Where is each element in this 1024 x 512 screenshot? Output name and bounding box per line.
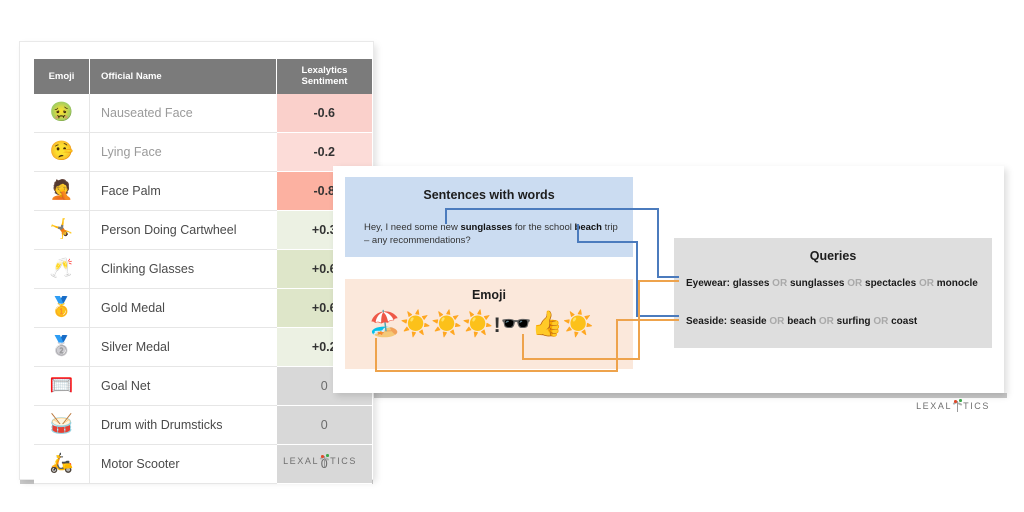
logo-text-lexal: LEXAL	[283, 455, 320, 466]
column-header-lexalytics-sentiment: Lexalytics Sentiment	[276, 59, 372, 94]
queries-panel-title: Queries	[809, 249, 857, 263]
table-row: 🥅 Goal Net 0	[34, 366, 372, 406]
beach-with-umbrella-emoji: 🏖️	[369, 309, 401, 338]
clinking-glasses-emoji: 🥂	[34, 249, 90, 289]
logo2-text-lexal: LEXAL	[916, 400, 953, 411]
table-row: 🥇 Gold Medal +0.6	[34, 288, 372, 328]
table-row: 🤦 Face Palm -0.8	[34, 171, 372, 211]
nauseated-face-emoji: 🤢	[34, 93, 90, 133]
query-term: glasses	[732, 278, 770, 289]
lying-face-emoji: 🤥	[34, 132, 90, 172]
sun-emoji-3: ☀️	[462, 309, 494, 338]
query-term: surfing	[836, 316, 871, 327]
query-row-seaside: Seaside: seaside OR beach OR surfing OR …	[686, 316, 917, 327]
exclamation-mark: !	[493, 314, 501, 337]
query-term: sunglasses	[789, 278, 845, 289]
emoji-sentiment-card: Emoji Official Name Lexalytics Sentiment…	[20, 42, 373, 484]
emoji-sequence: 🏖️☀️☀️☀️!🕶️👍☀️	[369, 311, 619, 336]
query-term: beach	[787, 316, 817, 327]
gold-medal-emoji: 🥇	[34, 288, 90, 328]
queries-panel: Queries Eyewear: glasses OR sunglasses O…	[674, 238, 992, 348]
emoji-panel-title: Emoji	[471, 288, 507, 302]
query-term: spectacles	[865, 278, 917, 289]
table-header: Emoji Official Name Lexalytics Sentiment	[34, 59, 372, 94]
face-palm-emoji: 🤦	[34, 171, 90, 211]
emoji-sentiment-table: Emoji Official Name Lexalytics Sentiment…	[34, 59, 372, 484]
cell-official-name: Lying Face	[89, 132, 277, 172]
screenshot-stage: Emoji Official Name Lexalytics Sentiment…	[0, 0, 1024, 512]
emoji-panel: Emoji 🏖️☀️☀️☀️!🕶️👍☀️	[345, 279, 633, 369]
cell-official-name: Silver Medal	[89, 327, 277, 367]
query-term: seaside	[729, 316, 767, 327]
sample-sentence: Hey, I need some new sunglasses for the …	[364, 222, 619, 248]
cell-sentiment-score: -0.6	[276, 93, 372, 133]
cell-official-name: Gold Medal	[89, 288, 277, 328]
table-row: 🤸 Person Doing Cartwheel +0.3	[34, 210, 372, 250]
cell-official-name: Goal Net	[89, 366, 277, 406]
table-row: 🥂 Clinking Glasses +0.6	[34, 249, 372, 289]
query-term: coast	[891, 316, 918, 327]
lexalytics-logo-diagram-card: LEXAL TICS	[916, 399, 990, 412]
column-header-emoji: Emoji	[34, 59, 90, 94]
logo2-text-tics: TICS	[963, 400, 990, 411]
table-body: 🤢 Nauseated Face -0.6 🤥 Lying Face -0.2 🤦 Face …	[34, 93, 372, 484]
cell-official-name: Face Palm	[89, 171, 277, 211]
query-diagram-card: Sentences with words Hey, I need some ne…	[333, 166, 1004, 412]
query-operator: OR	[844, 278, 866, 289]
cell-official-name: Nauseated Face	[89, 93, 277, 133]
lexalytics-logo-table-card: LEXAL TICS	[283, 454, 357, 467]
sentence-text-2: for the school	[512, 222, 575, 233]
column-header-sentiment-line1: Lexalytics	[301, 65, 348, 76]
query-operator: OR	[766, 316, 788, 327]
sentences-with-words-panel: Sentences with words Hey, I need some ne…	[345, 177, 633, 257]
sun-emoji-2: ☀️	[431, 309, 463, 338]
query-operator: OR	[870, 316, 892, 327]
query-label: Eyewear:	[686, 278, 733, 289]
lexalytics-sprout-icon-2	[952, 399, 963, 412]
thumbs-up-emoji: 👍	[531, 309, 563, 338]
cell-sentiment-score: 0	[276, 405, 372, 445]
table-row: 🤥 Lying Face -0.2	[34, 132, 372, 172]
logo-text-tics: TICS	[330, 455, 357, 466]
table-row: 🥁 Drum with Drumsticks 0	[34, 405, 372, 445]
sun-emoji-1: ☀️	[400, 309, 432, 338]
cell-official-name: Person Doing Cartwheel	[89, 210, 277, 250]
query-operator: OR	[769, 278, 790, 289]
sun-emoji-4: ☀️	[562, 309, 594, 338]
silver-medal-emoji: 🥈	[34, 327, 90, 367]
dark-sunglasses-emoji: 🕶️	[500, 309, 532, 338]
motor-scooter-emoji: 🛵	[34, 444, 90, 484]
query-label: Seaside:	[686, 316, 730, 327]
query-row-eyewear: Eyewear: glasses OR sunglasses OR specta…	[686, 278, 978, 289]
query-operator: OR	[816, 316, 837, 327]
column-header-sentiment-line2: Sentiment	[301, 76, 348, 88]
drum-with-drumsticks-emoji: 🥁	[34, 405, 90, 445]
cell-official-name: Drum with Drumsticks	[89, 405, 277, 445]
person-doing-cartwheel-emoji: 🤸	[34, 210, 90, 250]
sentence-keyword-sunglasses: sunglasses	[460, 222, 513, 233]
cell-official-name: Motor Scooter	[89, 444, 277, 484]
column-header-official-name: Official Name	[89, 59, 277, 94]
query-term: monocle	[936, 278, 978, 289]
diagram-card-shadow-strip	[336, 393, 1007, 398]
lexalytics-sprout-icon	[319, 454, 330, 467]
goal-net-emoji: 🥅	[34, 366, 90, 406]
table-header-row: Emoji Official Name Lexalytics Sentiment	[34, 59, 372, 94]
sentence-keyword-beach: beach	[574, 222, 602, 233]
cell-official-name: Clinking Glasses	[89, 249, 277, 289]
sentences-panel-title: Sentences with words	[423, 188, 555, 202]
table-row: 🤢 Nauseated Face -0.6	[34, 93, 372, 133]
sentence-text-1: Hey, I need some new	[364, 222, 461, 233]
table-row: 🥈 Silver Medal +0.2	[34, 327, 372, 367]
query-operator: OR	[916, 278, 937, 289]
